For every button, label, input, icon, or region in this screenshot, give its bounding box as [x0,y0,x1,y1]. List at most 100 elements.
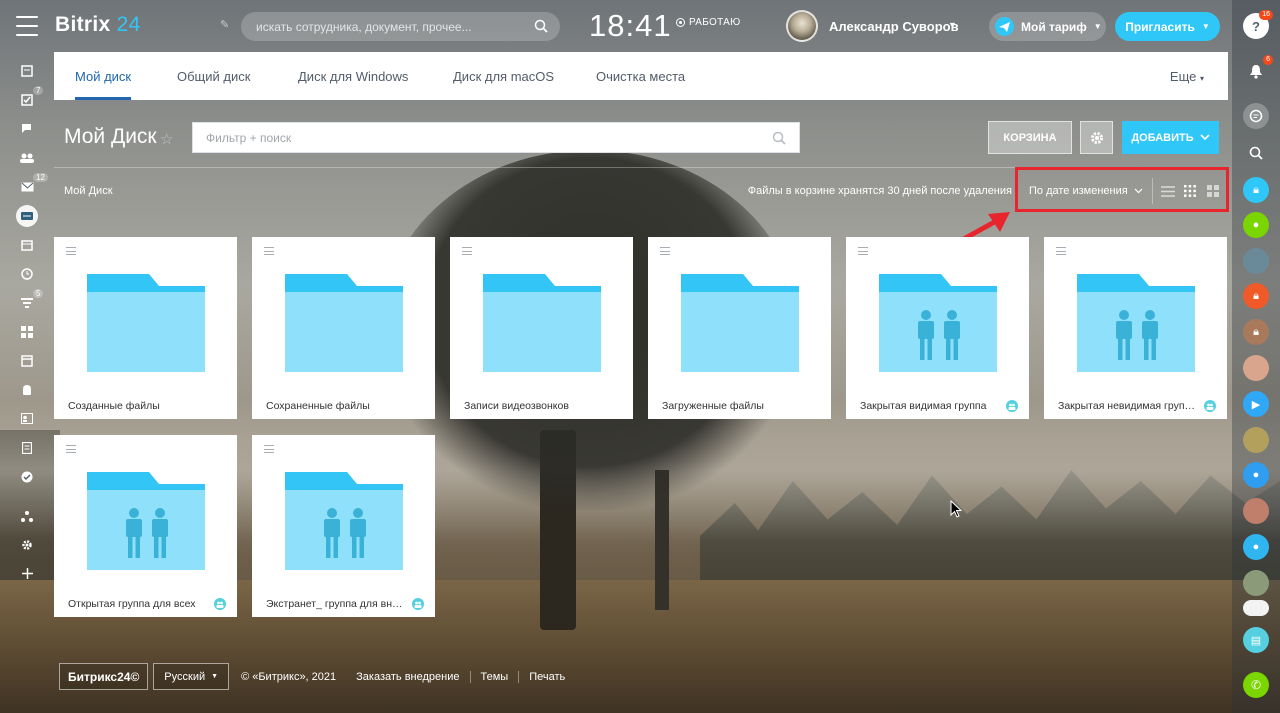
folder-name[interactable]: Закрытая невидимая группа [1058,400,1196,412]
global-search-input[interactable] [241,12,560,41]
footer-link-print[interactable]: Печать [518,670,575,683]
clock[interactable]: 18:41 [589,8,672,44]
footer-link-themes[interactable]: Темы [469,670,519,683]
chat-avatar-4[interactable] [1243,498,1269,524]
folder-name[interactable]: Открытая группа для всех [68,598,206,610]
left-item-approve[interactable] [0,462,54,491]
notifications-button[interactable]: 6 [1243,55,1273,84]
chat-lock-1[interactable]: 🔒︎ [1243,177,1269,203]
left-sidebar: 7 12 5 [0,0,54,713]
folder-name[interactable]: Созданные файлы [68,400,206,412]
chat-lock-3[interactable]: 🔒︎ [1243,319,1269,345]
right-search-button[interactable] [1243,140,1269,166]
chat-lock-2[interactable]: 🔒︎ [1243,283,1269,309]
folder-tile[interactable]: Записи видеозвонков [450,237,633,419]
tab-common-disk[interactable]: Общий диск [177,52,250,100]
folder-tile[interactable]: Открытая группа для всех [54,435,237,617]
drag-handle-icon[interactable] [66,445,76,453]
left-item-android[interactable] [0,375,54,404]
language-select[interactable]: Русский ▼ [153,663,230,690]
tab-cleanup[interactable]: Очистка места [596,52,685,100]
filter-search-input[interactable] [193,123,799,152]
invite-button[interactable]: Пригласить ▼ [1115,12,1220,41]
folder-name[interactable]: Записи видеозвонков [464,400,602,412]
folder-tile[interactable]: Закрытая невидимая группа [1044,237,1227,419]
drag-handle-icon[interactable] [858,247,868,255]
disk-tabs: Мой диск Общий диск Диск для Windows Дис… [54,52,1228,100]
shared-group-icon [214,598,226,610]
tab-my-disk[interactable]: Мой диск [75,52,132,100]
chat-user-2[interactable]: ● [1243,462,1269,488]
chat-user-3[interactable]: ● [1243,534,1269,560]
settings-button[interactable] [1080,121,1113,154]
drag-handle-icon[interactable] [264,247,274,255]
pencil-icon[interactable]: ✎ [220,18,232,31]
star-icon[interactable]: ☆ [160,130,173,148]
grid-icon [20,325,34,339]
left-item-add[interactable] [0,559,54,588]
tab-macos-disk[interactable]: Диск для macOS [453,52,554,100]
notifications-badge: 6 [1263,55,1273,65]
chat-video[interactable]: ▶ [1243,391,1269,417]
left-item-chat[interactable] [0,114,54,143]
folder-name[interactable]: Закрытая видимая группа [860,400,998,412]
help-button[interactable]: ? 16 [1243,10,1273,39]
left-item-apps[interactable] [0,317,54,346]
left-item-tasks[interactable]: 7 [0,85,54,114]
left-item-docs[interactable] [0,433,54,462]
mail-counter: 12 [33,173,48,182]
phone-button[interactable]: ✆ [1243,672,1269,698]
messenger-button[interactable] [1243,103,1269,129]
footer-logo[interactable]: Битрикс24© [59,663,149,690]
trash-button[interactable]: КОРЗИНА [988,121,1072,154]
my-tariff-button[interactable]: Мой тариф ▼ [989,12,1106,41]
left-item-settings[interactable] [0,530,54,559]
left-item-filter[interactable]: 5 [0,288,54,317]
folder-tile[interactable]: Загруженные файлы [648,237,831,419]
left-item-calendar[interactable] [0,230,54,259]
chat-crm[interactable] [1243,600,1269,616]
user-name[interactable]: Александр Суворов [829,19,959,34]
left-item-disk[interactable] [0,201,54,230]
drag-handle-icon[interactable] [660,247,670,255]
search-icon[interactable] [772,131,786,150]
folder-name[interactable]: Сохраненные файлы [266,400,404,412]
bitrix-logo[interactable]: Bitrix 24 [55,13,141,37]
left-item-mail[interactable]: 12 [0,172,54,201]
chat-avatar-1[interactable] [1243,248,1269,274]
left-item-contacts[interactable] [0,404,54,433]
folder-tile[interactable]: Экстранет_ группа для вне... [252,435,435,617]
folder-tile[interactable]: Закрытая видимая группа [846,237,1029,419]
user-avatar[interactable] [786,10,818,42]
menu-toggle-icon[interactable] [16,16,38,36]
left-item-sites[interactable] [0,346,54,375]
search-icon[interactable] [534,19,548,38]
drag-handle-icon[interactable] [66,247,76,255]
folder-name[interactable]: Загруженные файлы [662,400,800,412]
disk-files-button[interactable]: ▤ [1243,627,1269,653]
tab-windows-disk[interactable]: Диск для Windows [298,52,408,100]
chat-user-1[interactable]: ● [1243,212,1269,238]
left-item-feed[interactable] [0,56,54,85]
tab-more[interactable]: Еще ▾ [1170,52,1204,104]
footer-link-order[interactable]: Заказать внедрение [346,671,469,683]
drag-handle-icon[interactable] [462,247,472,255]
add-button[interactable]: ДОБАВИТЬ [1122,121,1219,154]
chat-avatar-3[interactable] [1243,427,1269,453]
chat-avatar-5[interactable] [1243,570,1269,596]
contact-card-icon [20,412,34,426]
folder-name[interactable]: Экстранет_ группа для вне... [266,598,404,610]
left-item-employees[interactable] [0,143,54,172]
left-item-structure[interactable] [0,501,54,530]
folder-tile[interactable]: Созданные файлы [54,237,237,419]
drag-handle-icon[interactable] [264,445,274,453]
folder-tile[interactable]: Сохраненные файлы [252,237,435,419]
left-item-timeman[interactable] [0,259,54,288]
chat-avatar-2[interactable] [1243,355,1269,381]
drag-handle-icon[interactable] [1056,247,1066,255]
folder-icon [879,274,997,372]
work-status[interactable]: РАБОТАЮ [676,17,741,28]
chevron-down-icon[interactable]: ▼ [948,20,957,30]
breadcrumb[interactable]: Мой Диск [64,185,113,197]
robot-icon [20,383,34,397]
